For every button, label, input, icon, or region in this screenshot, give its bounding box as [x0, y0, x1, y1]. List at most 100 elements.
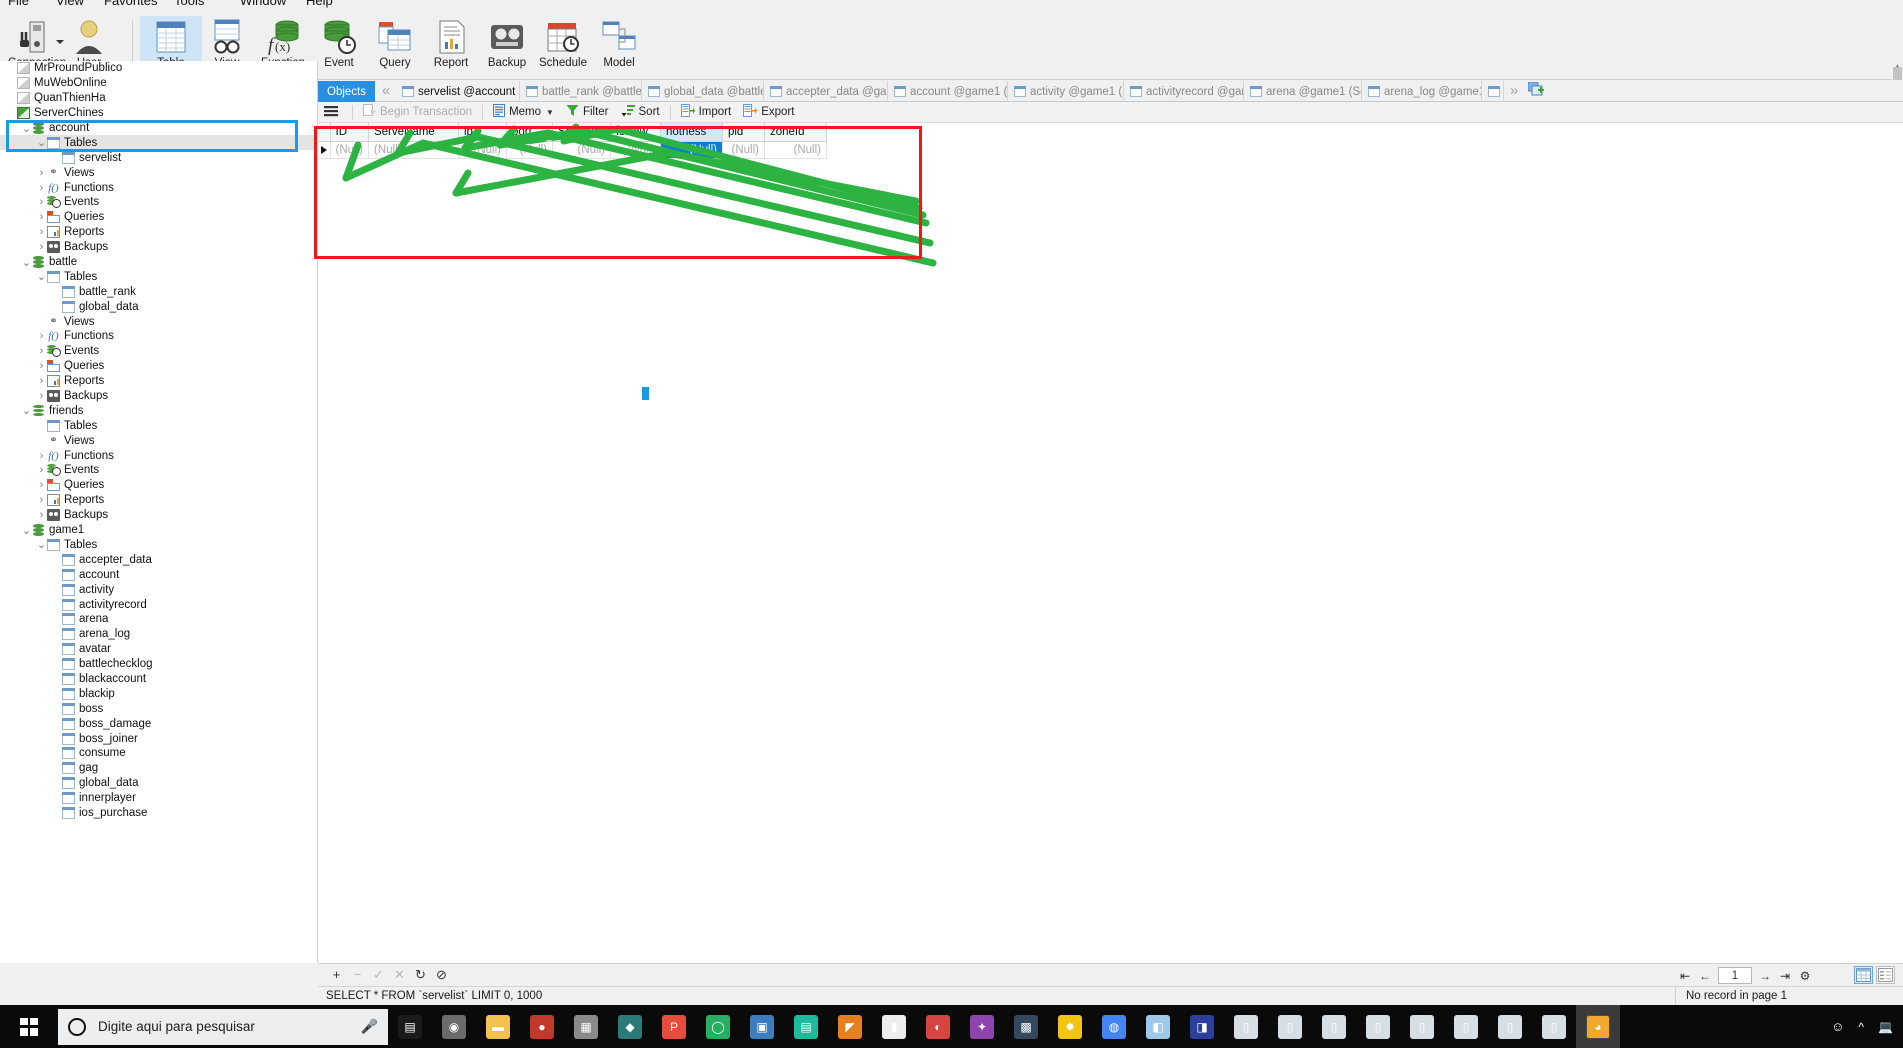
- taskbar-app-green-icon[interactable]: ◯: [696, 1005, 740, 1048]
- filter-button[interactable]: Filter: [560, 102, 615, 123]
- toolbar-backup-button[interactable]: Backup: [476, 16, 538, 76]
- sort-button[interactable]: Sort: [615, 102, 666, 123]
- column-header-pid[interactable]: pid: [722, 123, 765, 142]
- tree-item-consume[interactable]: consume: [0, 746, 317, 761]
- begin-transaction-button[interactable]: Begin Transaction: [357, 102, 478, 123]
- microphone-icon[interactable]: 🎤: [361, 1018, 378, 1035]
- taskbar-task-view-icon[interactable]: ▤: [388, 1005, 432, 1048]
- chevron-down-icon[interactable]: ⌄: [21, 524, 32, 537]
- tab-arena[interactable]: arena @game1 (Serv...: [1244, 81, 1362, 102]
- taskbar-chrome-icon[interactable]: ◍: [1092, 1005, 1136, 1048]
- taskbar-app-teal-icon[interactable]: ◆: [608, 1005, 652, 1048]
- prev-page-button[interactable]: ←: [1695, 969, 1715, 983]
- result-table[interactable]: ID ServeName ip port ServeId IsNew hotness pid z…: [318, 123, 827, 159]
- tab-servelist[interactable]: servelist @account (S...: [396, 81, 520, 102]
- tree-item-battlechecklog[interactable]: battlechecklog: [0, 657, 317, 672]
- tree-item-tables[interactable]: ⌄ Tables: [0, 538, 317, 553]
- chevron-right-icon[interactable]: ›: [36, 450, 47, 462]
- chevron-right-icon[interactable]: ›: [36, 226, 47, 238]
- chevron-right-icon[interactable]: ›: [36, 330, 47, 342]
- grid-corner-header[interactable]: [318, 123, 331, 142]
- taskbar-app-cyan-icon[interactable]: ▤: [784, 1005, 828, 1048]
- next-page-button[interactable]: →: [1755, 969, 1775, 983]
- taskbar-app-blue-icon[interactable]: ▣: [740, 1005, 784, 1048]
- tree-item-queries[interactable]: › Queries: [0, 478, 317, 493]
- chevron-down-icon[interactable]: ▼: [546, 108, 554, 117]
- taskbar-app-red2-icon[interactable]: ◐: [916, 1005, 960, 1048]
- taskbar-app-white-icon[interactable]: ▮: [872, 1005, 916, 1048]
- taskbar-app-lightblue-icon[interactable]: ◧: [1136, 1005, 1180, 1048]
- tree-item-friends[interactable]: ⌄ friends: [0, 403, 317, 418]
- tree-item-avatar[interactable]: avatar: [0, 642, 317, 657]
- page-number-input[interactable]: 1: [1718, 967, 1752, 984]
- page-settings-gear-icon[interactable]: ⚙: [1795, 969, 1815, 983]
- tree-item-boss-joiner[interactable]: boss_joiner: [0, 731, 317, 746]
- system-tray[interactable]: ☺ ^ 💻: [1831, 1019, 1903, 1034]
- chevron-down-icon[interactable]: ⌄: [21, 256, 32, 269]
- chevron-right-icon[interactable]: ›: [36, 360, 47, 372]
- column-header-isnew[interactable]: IsNew: [610, 123, 661, 142]
- grid-cell-ip[interactable]: (Null): [458, 141, 507, 159]
- taskbar-window-2-icon[interactable]: ▯: [1268, 1005, 1312, 1048]
- chevron-right-icon[interactable]: ›: [36, 241, 47, 253]
- grid-cell-hotness[interactable]: (Null): [660, 141, 723, 159]
- chevron-right-icon[interactable]: ›: [36, 196, 47, 208]
- grid-cell-port[interactable]: (Null): [506, 141, 553, 159]
- object-tree-sidebar[interactable]: MrProundPublico MuWebOnline QuanThienHa Ser…: [0, 61, 318, 963]
- taskbar-media-player-icon[interactable]: ◉: [432, 1005, 476, 1048]
- grid-cell-zoneid[interactable]: (Null): [764, 141, 827, 159]
- toolbar-query-button[interactable]: Query: [364, 16, 426, 76]
- taskbar-window-1-icon[interactable]: ▯: [1224, 1005, 1268, 1048]
- grid-toolbar[interactable]: Begin Transaction Memo ▼ Filter Sort Imp…: [318, 102, 1903, 123]
- grid-menu-button[interactable]: [318, 102, 348, 123]
- tree-item-functions[interactable]: › f() Functions: [0, 329, 317, 344]
- taskbar-file-explorer-icon[interactable]: ▬: [476, 1005, 520, 1048]
- taskbar-app-pf-icon[interactable]: P: [652, 1005, 696, 1048]
- network-icon[interactable]: 💻: [1878, 1020, 1893, 1034]
- chevron-right-icon[interactable]: ›: [36, 211, 47, 223]
- tree-item-innerplayer[interactable]: innerplayer: [0, 791, 317, 806]
- chevron-down-icon[interactable]: ⌄: [36, 538, 47, 551]
- tree-item-backups[interactable]: › Backups: [0, 389, 317, 404]
- tab-overflow-partial[interactable]: [1482, 81, 1504, 102]
- toolbar-schedule-button[interactable]: Schedule: [532, 16, 594, 76]
- tab-arena_log[interactable]: arena_log @game1 (...: [1362, 81, 1482, 102]
- tree-item-reports[interactable]: › Reports: [0, 374, 317, 389]
- tree-item-gag[interactable]: gag: [0, 761, 317, 776]
- view-toggle-group[interactable]: [1854, 966, 1895, 984]
- menu-item-view[interactable]: View: [56, 0, 84, 8]
- tree-item-events[interactable]: › Events: [0, 463, 317, 478]
- chevron-right-icon[interactable]: ›: [36, 390, 47, 402]
- tree-item-reports[interactable]: › Reports: [0, 493, 317, 508]
- taskbar-window-8-icon[interactable]: ▯: [1532, 1005, 1576, 1048]
- taskbar-app-multicolor-icon[interactable]: ✦: [960, 1005, 1004, 1048]
- menu-item-tools[interactable]: Tools: [174, 0, 204, 8]
- grid-cell-isnew[interactable]: (Null): [610, 141, 661, 159]
- tree-item-tables[interactable]: ⌄ Tables: [0, 269, 317, 284]
- toolbar-model-button[interactable]: Model: [588, 16, 650, 76]
- new-tab-icon[interactable]: [1526, 81, 1546, 100]
- grid-cell-servename[interactable]: (Null): [368, 141, 459, 159]
- taskbar-app-dark-icon[interactable]: ▩: [1004, 1005, 1048, 1048]
- chevron-right-icon[interactable]: ›: [36, 464, 47, 476]
- windows-taskbar[interactable]: Digite aqui para pesquisar 🎤 ▤ ◉ ▬ ● ▦ ◆ P ◯ ▣ ▤ ◤…: [0, 1005, 1903, 1048]
- tree-item-events[interactable]: › Events: [0, 195, 317, 210]
- tab-activityrecord[interactable]: activityrecord @gam...: [1124, 81, 1244, 102]
- chevron-down-icon[interactable]: ⌄: [36, 270, 47, 283]
- column-header-hotness[interactable]: hotness: [660, 123, 723, 142]
- tree-item-quanthienha[interactable]: QuanThienHa: [0, 91, 317, 106]
- last-page-button[interactable]: ⇥: [1775, 969, 1795, 983]
- export-button[interactable]: Export: [737, 102, 800, 123]
- grid-view-toggle[interactable]: [1854, 966, 1873, 984]
- cancel-change-button[interactable]: ✕: [389, 967, 410, 983]
- tree-item-queries[interactable]: › Queries: [0, 359, 317, 374]
- grid-cell-id[interactable]: (Null): [330, 141, 369, 159]
- tree-item-functions[interactable]: › f() Functions: [0, 448, 317, 463]
- tab-account[interactable]: account @game1 (Se...: [888, 81, 1008, 102]
- column-header-id[interactable]: ID: [330, 123, 369, 142]
- chevron-right-icon[interactable]: ›: [36, 479, 47, 491]
- form-view-toggle[interactable]: [1876, 966, 1895, 984]
- chevron-down-icon[interactable]: ⌄: [21, 404, 32, 417]
- chevron-right-icon[interactable]: ›: [36, 375, 47, 387]
- tree-item-views[interactable]: ⚭ Views: [0, 314, 317, 329]
